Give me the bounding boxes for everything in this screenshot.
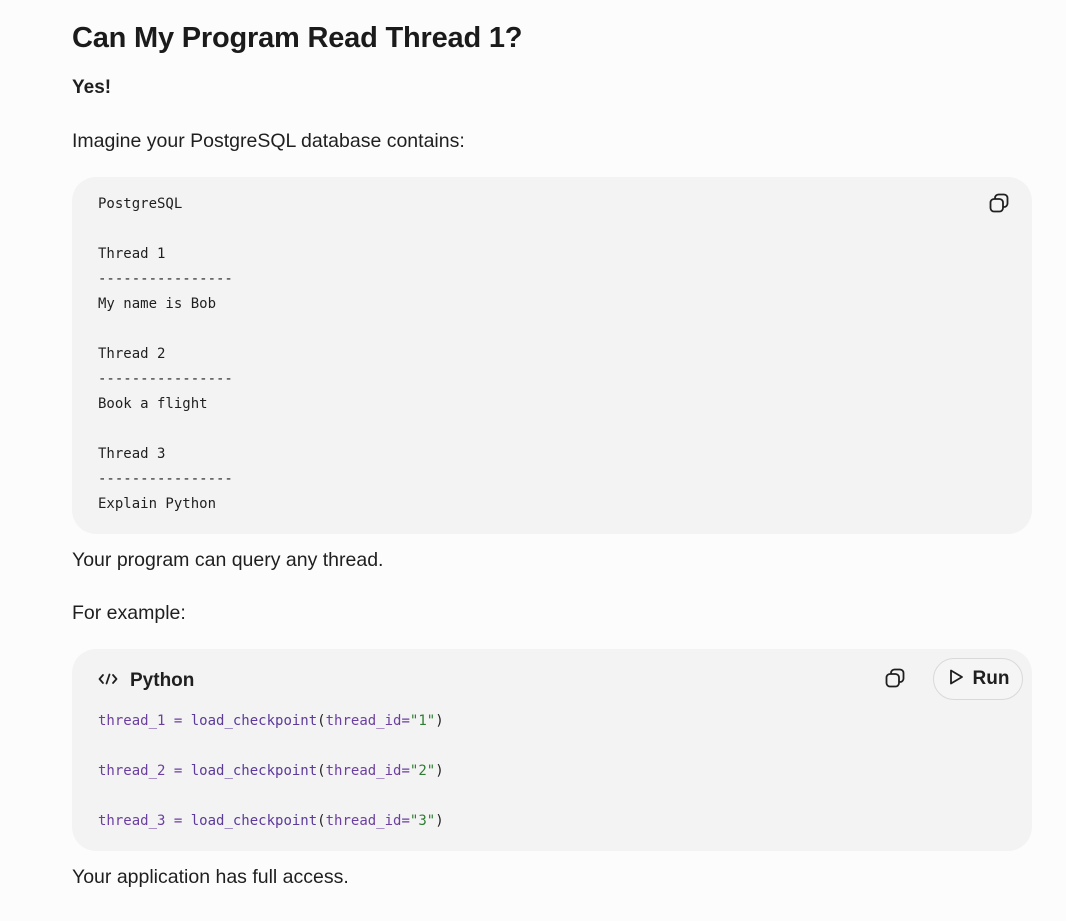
code-icon	[98, 672, 118, 691]
copy-code-button[interactable]	[983, 189, 1015, 221]
run-code-button[interactable]: Run	[933, 658, 1023, 700]
code-token-op: =	[165, 813, 191, 829]
code-token-eq: =	[401, 813, 410, 829]
intro-text: Imagine your PostgreSQL database contain…	[72, 130, 465, 152]
code-token-op: =	[165, 763, 191, 779]
copy-icon	[988, 192, 1010, 219]
code-token-close: )	[435, 813, 444, 829]
code-token-kw: thread_id	[325, 763, 402, 779]
code-language-label: Python	[130, 670, 195, 691]
query-text: Your program can query any thread.	[72, 549, 384, 571]
code-line: Thread 1	[98, 246, 166, 262]
code-token-kw: thread_id	[325, 713, 402, 729]
code-line: My name is Bob	[98, 296, 217, 312]
code-line: ----------------	[98, 371, 233, 387]
postgres-code-block: PostgreSQL Thread 1 ---------------- My nam…	[72, 177, 1032, 534]
code-token-fn: load_checkpoint	[190, 813, 318, 829]
code-token-open: (	[317, 713, 326, 729]
code-token-open: (	[317, 813, 326, 829]
code-token-fn: load_checkpoint	[190, 713, 318, 729]
python-code-block: Python Run thread_1 = load_checkpoint(th…	[72, 649, 1032, 851]
code-token-eq: =	[401, 713, 410, 729]
code-line: Book a flight	[98, 396, 208, 412]
code-token-close: )	[435, 763, 444, 779]
code-line: thread_3 = load_checkpoint(thread_id="3"…	[98, 809, 444, 834]
code-token-var: thread_3	[98, 813, 166, 829]
play-icon	[947, 668, 965, 691]
code-line: ----------------	[98, 471, 233, 487]
code-line: thread_2 = load_checkpoint(thread_id="2"…	[98, 759, 444, 784]
code-token-var: thread_1	[98, 713, 166, 729]
code-token-open: (	[317, 763, 326, 779]
code-line: ----------------	[98, 271, 233, 287]
code-line: Thread 2	[98, 346, 166, 362]
run-label: Run	[972, 668, 1010, 689]
code-token-str: "1"	[409, 713, 436, 729]
code-token-str: "3"	[409, 813, 436, 829]
copy-icon	[884, 667, 906, 694]
example-text: For example:	[72, 602, 186, 624]
code-line: thread_1 = load_checkpoint(thread_id="1"…	[98, 709, 444, 734]
page-title: Can My Program Read Thread 1?	[72, 22, 523, 54]
code-language-header: Python	[98, 670, 194, 692]
code-token-kw: thread_id	[325, 813, 402, 829]
code-token-str: "2"	[409, 763, 436, 779]
copy-code-button[interactable]	[879, 664, 911, 696]
code-lines: PostgreSQL Thread 1 ---------------- My nam…	[98, 192, 233, 517]
answer-text: Yes!	[72, 77, 112, 98]
code-line: PostgreSQL	[98, 196, 183, 212]
closing-text: Your application has full access.	[72, 866, 349, 888]
code-line: Explain Python	[98, 496, 217, 512]
code-token-eq: =	[401, 763, 410, 779]
code-token-op: =	[165, 713, 191, 729]
code-token-fn: load_checkpoint	[190, 763, 318, 779]
code-lines: thread_1 = load_checkpoint(thread_id="1"…	[98, 709, 444, 834]
code-line: Thread 3	[98, 446, 166, 462]
code-token-var: thread_2	[98, 763, 166, 779]
code-token-close: )	[435, 713, 444, 729]
